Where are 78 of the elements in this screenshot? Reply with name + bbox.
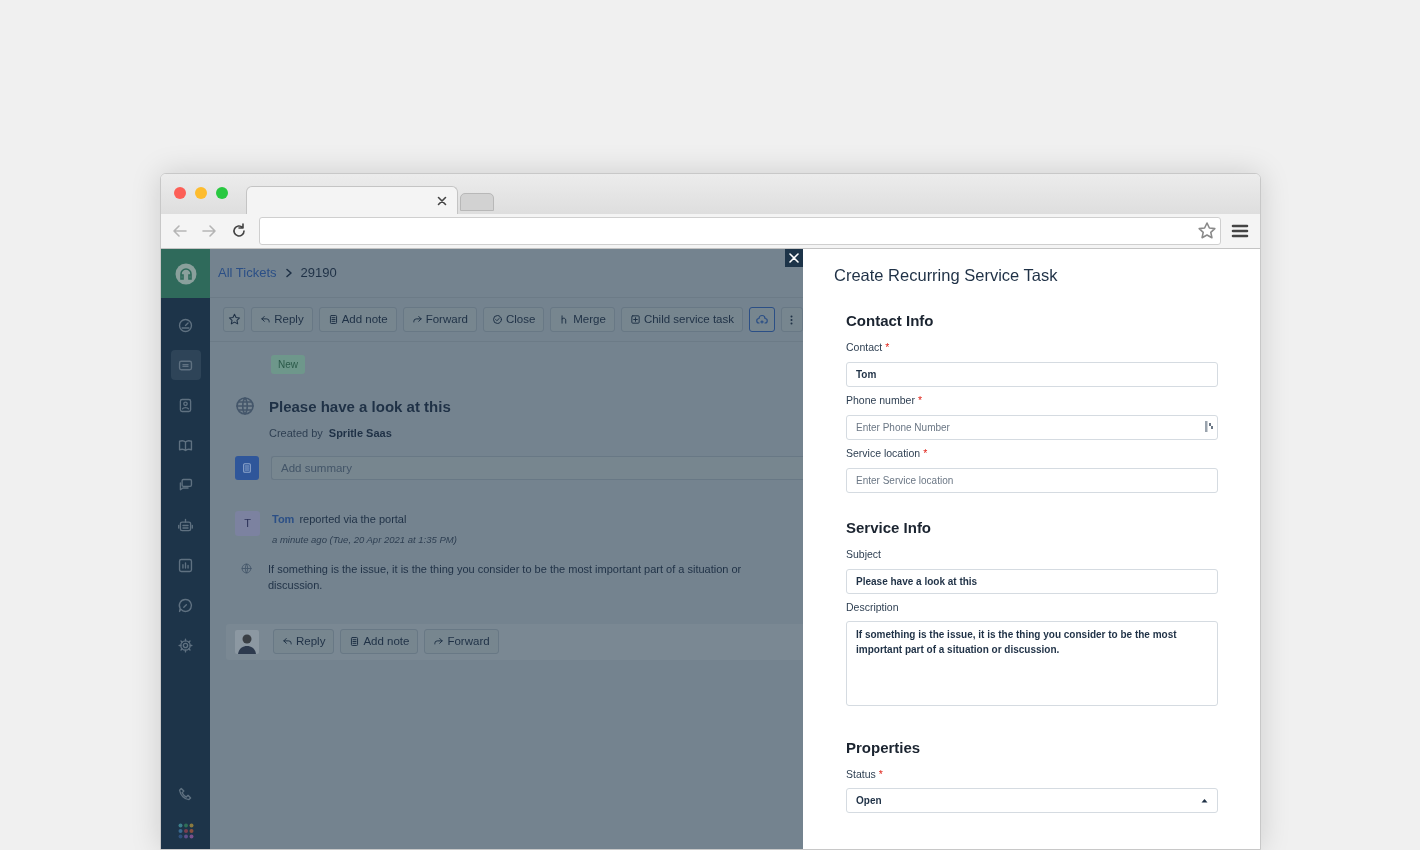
star-icon[interactable] <box>1197 221 1217 241</box>
more-button[interactable] <box>780 307 803 332</box>
avatar: T <box>235 511 260 536</box>
maximize-window-icon[interactable] <box>216 187 228 199</box>
reply-bar-button[interactable]: Forward <box>424 629 499 655</box>
contact-icon <box>177 396 194 414</box>
apps-grid-icon[interactable] <box>177 823 194 839</box>
drawer-title: Create Recurring Service Task <box>834 265 1059 286</box>
activity-action: reported via the portal <box>299 512 407 527</box>
field-label: Subject <box>846 547 882 562</box>
back-icon[interactable] <box>171 222 189 240</box>
toolbar-button[interactable]: Forward <box>402 307 477 332</box>
close-button[interactable] <box>785 249 803 267</box>
toolbar-button[interactable]: Reply <box>251 307 313 332</box>
phone-icon[interactable] <box>177 786 194 803</box>
gauge-icon <box>177 316 194 334</box>
input-field[interactable]: Tom <box>846 362 1218 387</box>
section-heading: Properties <box>846 737 922 758</box>
note-icon <box>327 314 339 325</box>
more-icon <box>790 314 794 325</box>
reply-bar-button[interactable]: Add note <box>340 629 419 655</box>
input-field[interactable]: Please have a look at this <box>846 568 1218 594</box>
field-label: Contact <box>846 340 883 356</box>
toolbar-button[interactable]: Merge <box>550 307 615 332</box>
toolbar-button[interactable]: Child service task <box>620 307 743 332</box>
close-icon <box>789 253 799 263</box>
field-label: Phone number <box>846 393 915 408</box>
check-circle-icon <box>491 314 503 325</box>
forward-icon[interactable] <box>200 222 218 240</box>
input-field[interactable]: Enter Service location <box>846 467 1218 493</box>
message-text: If something is the issue, it is the thing you consider to be the most important part of a situation or discussion. <box>268 561 743 593</box>
close-window-icon[interactable] <box>174 187 186 199</box>
menu-icon[interactable] <box>1231 223 1249 239</box>
note-icon <box>241 462 253 474</box>
reload-icon[interactable] <box>230 222 248 240</box>
author-link[interactable]: Tom <box>272 511 295 528</box>
caret-icon <box>1201 797 1208 803</box>
plus-square-icon <box>629 314 641 325</box>
field-label: Status <box>846 767 876 782</box>
required-mark: * <box>923 445 928 461</box>
created-by-label: Created by <box>269 425 323 441</box>
toggle-button[interactable] <box>749 307 775 332</box>
star-button[interactable] <box>223 307 246 332</box>
wrench-chat-icon <box>177 596 194 614</box>
cloud-icon <box>755 313 768 326</box>
section-heading: Service Info <box>846 517 933 538</box>
globe-icon <box>241 562 252 574</box>
required-mark: * <box>878 767 883 782</box>
minimize-window-icon[interactable] <box>195 187 207 199</box>
robot-icon <box>177 516 194 534</box>
status-dropdown[interactable]: Open <box>846 787 1218 813</box>
reply-icon <box>260 314 272 325</box>
bar-chart-icon <box>177 556 194 574</box>
ticket-title: Please have a look at this <box>269 397 451 417</box>
toolbar-button[interactable]: Add note <box>318 307 397 332</box>
note-icon <box>349 636 361 648</box>
field-label: Description <box>846 599 899 615</box>
chevron-icon <box>284 268 293 278</box>
close-icon[interactable] <box>437 195 447 206</box>
breadcrumb-link[interactable]: All Tickets <box>218 263 277 283</box>
forward-icon <box>411 314 423 325</box>
headset-logo-icon[interactable] <box>174 262 197 285</box>
toolbar-button[interactable]: Close <box>482 307 545 332</box>
section-heading: Contact Info <box>846 310 935 331</box>
creator-name: Spritle Saas <box>328 425 392 441</box>
phone-field[interactable]: Enter Phone Number <box>846 414 1218 440</box>
globe-icon <box>235 396 255 416</box>
settings-icon <box>177 636 194 654</box>
sidebar-item[interactable] <box>170 350 201 380</box>
avatar <box>235 629 259 654</box>
status-badge: New <box>271 355 305 374</box>
reply-bar-button[interactable]: Reply <box>273 629 335 655</box>
required-mark: * <box>917 393 922 408</box>
star-icon <box>227 313 241 326</box>
required-mark: * <box>885 340 890 356</box>
ticket-number: 29190 <box>300 264 337 283</box>
field-label: Service location <box>846 445 921 461</box>
description-field[interactable]: If something is the issue, it is the thing you consider to be the most important part of a situation or discussion. <box>846 620 1218 706</box>
